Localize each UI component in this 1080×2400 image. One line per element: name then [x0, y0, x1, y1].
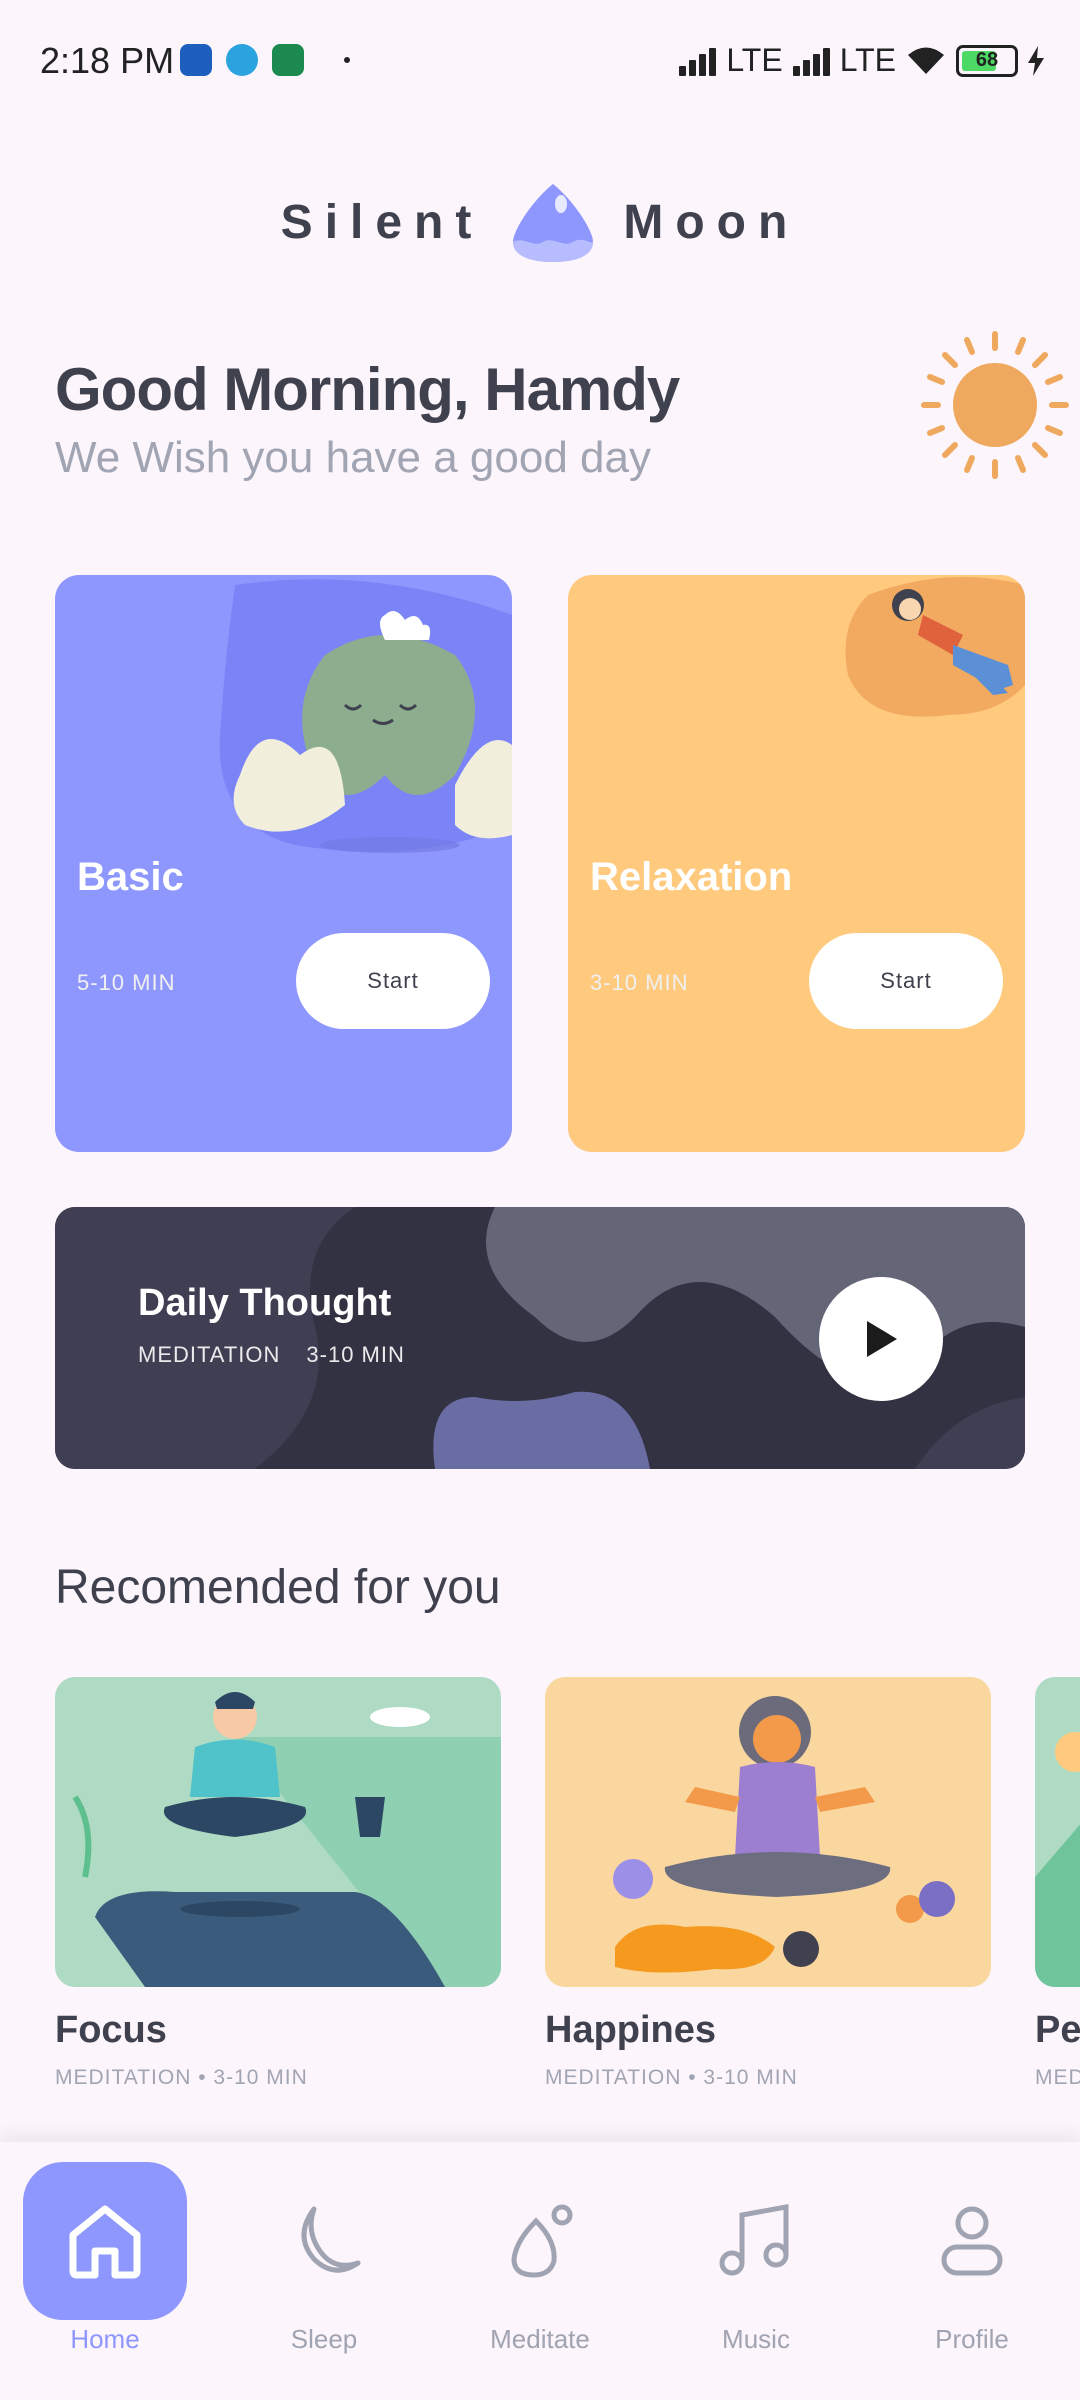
logo-text-left: Silent [280, 195, 484, 249]
daily-thought-meta: MEDITATION 3-10 MIN [138, 1342, 405, 1368]
card-duration: 3-10 MIN [590, 970, 689, 995]
network-type-2: LTE [839, 42, 896, 78]
home-icon [23, 2162, 187, 2320]
recommended-item-meta: MEDITATION • 3-10 MIN [1035, 2066, 1080, 2089]
play-icon [867, 1321, 897, 1357]
focus-illustration [72, 1692, 501, 1987]
focus-thumbnail [55, 1677, 501, 1987]
card-title: Basic [77, 855, 184, 899]
meditate-icon [458, 2162, 622, 2320]
daily-thought-title: Daily Thought [138, 1282, 392, 1324]
daily-thought-duration: 3-10 MIN [306, 1342, 405, 1367]
network-type: LTE [726, 42, 783, 78]
basic-course-card[interactable]: Basic 5-10 MIN Start [55, 575, 512, 1152]
nav-item-meditate[interactable]: Meditate [460, 2162, 620, 2355]
charging-icon [1028, 45, 1044, 76]
play-button[interactable] [819, 1277, 943, 1401]
nav-item-home[interactable]: Home [23, 2162, 187, 2355]
recommended-item-meta: MEDITATION • 3-10 MIN [55, 2066, 308, 2089]
nav-item-sleep[interactable]: Sleep [244, 2162, 404, 2355]
recommended-heading: Recomended for you [55, 1561, 501, 1614]
recommended-item-third[interactable]: Personal MEDITATION • 3-10 MIN [1035, 1677, 1080, 2090]
signal-icon [679, 46, 717, 76]
greeting-title: Good Morning, Hamdy [55, 356, 680, 423]
greeting-subtitle: We Wish you have a good day [55, 433, 651, 482]
nav-label: Profile [935, 2324, 1009, 2354]
status-bar: 2:18 PM LTE LTE 68 [0, 0, 1080, 130]
moon-icon [242, 2162, 406, 2320]
wifi-icon [908, 47, 944, 74]
third-illustration [1035, 1732, 1080, 1987]
daily-thought-category: MEDITATION [138, 1342, 281, 1367]
music-icon [674, 2162, 838, 2320]
nav-label: Sleep [290, 2324, 358, 2354]
logo-text-right: Moon [623, 195, 800, 249]
recommended-item-title: Personal [1035, 2009, 1080, 2051]
daily-thought-card[interactable]: Daily Thought MEDITATION 3-10 MIN [55, 1207, 1025, 1469]
nav-label: Home [70, 2324, 140, 2354]
status-right: LTE LTE 68 [679, 42, 1044, 79]
apple-meditation-illustration [219, 579, 512, 853]
battery-icon: 68 [956, 44, 1018, 77]
nav-label: Meditate [490, 2324, 590, 2354]
recommended-item-meta: MEDITATION • 3-10 MIN [545, 2066, 798, 2089]
recommended-item-title: Focus [55, 2009, 167, 2051]
app-logo: Silent Moon [0, 180, 1080, 264]
battery-level: 68 [975, 49, 999, 71]
telegram-icon [226, 44, 258, 76]
notification-icons [180, 44, 350, 76]
happines-illustration [613, 1696, 955, 1973]
card-duration: 5-10 MIN [77, 970, 176, 995]
sun-icon [921, 331, 1069, 479]
profile-icon [890, 2162, 1054, 2320]
happines-thumbnail [545, 1677, 991, 1987]
notification-app-icon [180, 44, 212, 76]
more-notifications-dot [344, 57, 350, 63]
status-time: 2:18 PM [40, 40, 175, 81]
card-title: Relaxation [590, 855, 793, 899]
basic-start-button[interactable]: Start [296, 933, 490, 1029]
bottom-navigation: Home Sleep Meditate Music Profile [0, 2142, 1080, 2400]
nav-label: Music [722, 2324, 790, 2354]
book-app-icon [272, 44, 304, 76]
relaxing-person-illustration [845, 577, 1025, 717]
relaxation-start-button[interactable]: Start [809, 933, 1003, 1029]
recommended-item-title: Happines [545, 2009, 717, 2051]
nav-item-profile[interactable]: Profile [892, 2162, 1052, 2355]
moon-logo-icon [513, 184, 594, 262]
recommended-item-focus[interactable]: Focus MEDITATION • 3-10 MIN [55, 1677, 501, 2090]
relaxation-course-card[interactable]: Relaxation 3-10 MIN Start [568, 575, 1025, 1152]
recommended-item-happines[interactable]: Happines MEDITATION • 3-10 MIN [545, 1677, 991, 2090]
nav-item-music[interactable]: Music [676, 2162, 836, 2355]
third-thumbnail [1035, 1677, 1080, 1987]
signal-icon-2 [792, 46, 830, 76]
